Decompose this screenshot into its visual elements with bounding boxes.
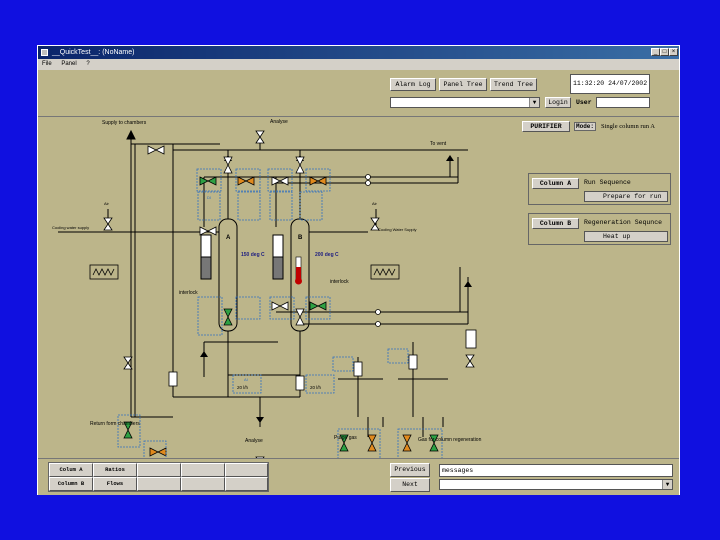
analyse-bottom-label: Analyse — [245, 438, 263, 444]
mode-label: Mode: — [574, 122, 597, 131]
supply-to-chambers-label: Supply to chambers — [102, 120, 147, 126]
analyse-top-label: Analyse — [270, 119, 288, 125]
column-a-sequence-label: Run Sequence — [584, 179, 631, 186]
user-label: User — [576, 99, 592, 106]
table-cell-empty — [181, 477, 225, 491]
column-b-button[interactable]: Column B — [532, 218, 579, 229]
minimize-button[interactable]: _ — [651, 48, 660, 56]
application-window: __QuickTest__: (NoName) _ □ × File Panel… — [37, 45, 680, 495]
close-button[interactable]: × — [669, 48, 678, 56]
clock-display: 11:32:20 24/07/2002 — [570, 74, 650, 94]
app-icon — [41, 49, 48, 56]
cooling-water-left-label: Cooling water supply — [52, 225, 90, 230]
cooling-water-right-label: Cooling Water Supply — [378, 227, 417, 232]
menu-help[interactable]: ? — [86, 61, 89, 67]
column-b-panel: Column B Regeneration Sequnce Heat up — [528, 213, 671, 245]
interlock-right-label: interlock — [330, 279, 349, 285]
next-button[interactable]: Next — [390, 478, 430, 492]
column-a-button[interactable]: Column A — [532, 178, 579, 189]
temp-a-value: 150 deg C — [241, 252, 265, 258]
temp-b-value: 200 deg C — [315, 252, 339, 258]
table-cell-empty — [137, 477, 181, 491]
gas-regen-label: Gas for column regeneration — [418, 437, 482, 443]
menu-bar: File Panel ? — [38, 59, 679, 69]
column-a-letter: A — [226, 235, 231, 241]
ai-indicator: AI — [244, 377, 248, 382]
air-left-label: Air — [104, 201, 109, 206]
user-select[interactable]: ▼ — [390, 97, 540, 108]
table-cell-flows[interactable]: Flows — [93, 477, 137, 491]
maximize-button[interactable]: □ — [660, 48, 669, 56]
messages-select[interactable]: ▼ — [439, 479, 673, 490]
process-panel: Supply to chambers Analyse To vent Air A… — [38, 117, 679, 458]
column-b-sequence-state: Heat up — [584, 231, 668, 242]
messages-field: messages — [439, 464, 673, 477]
trend-tree-button[interactable]: Trend Tree — [490, 78, 537, 91]
summary-table: Colum A Ratios Column B Flows — [48, 462, 269, 492]
menu-file[interactable]: File — [42, 61, 52, 67]
table-row-column-b[interactable]: Column B — [49, 477, 93, 491]
flow-a-value: 20 l/h — [237, 385, 249, 390]
menu-panel[interactable]: Panel — [61, 61, 76, 67]
column-a-sequence-state: Prepare for run — [584, 191, 668, 202]
table-cell-empty — [225, 477, 268, 491]
process-diagram — [58, 129, 477, 458]
to-vent-label: To vent — [430, 141, 447, 147]
air-right-label: Air — [372, 201, 377, 206]
column-b-sequence-label: Regeneration Sequnce — [584, 219, 663, 226]
mode-value: Single column run A — [601, 123, 655, 130]
column-b-letter: B — [298, 235, 303, 241]
previous-button[interactable]: Previous — [390, 463, 430, 477]
purge-gas-label: Purge gas — [334, 435, 357, 441]
login-button[interactable]: Login — [545, 97, 571, 108]
bottom-panel: Colum A Ratios Column B Flows Previous N… — [38, 458, 679, 495]
panel-tree-button[interactable]: Panel Tree — [439, 78, 487, 91]
table-cell-empty — [137, 463, 181, 477]
table-cell-empty — [225, 463, 268, 477]
chevron-down-icon[interactable]: ▼ — [529, 98, 539, 107]
chevron-down-icon[interactable]: ▼ — [662, 480, 672, 489]
flow-b-value: 20 l/h — [310, 385, 322, 390]
user-input[interactable] — [596, 97, 650, 108]
table-row-colum-a[interactable]: Colum A — [49, 463, 93, 477]
di-indicator: DI — [207, 195, 211, 200]
column-a-panel: Column A Run Sequence Prepare for run — [528, 173, 671, 205]
table-cell-ratios[interactable]: Ratios — [93, 463, 137, 477]
table-cell-empty — [181, 463, 225, 477]
alarm-log-button[interactable]: Alarm Log — [390, 78, 436, 91]
toolbar-panel: Alarm Log Panel Tree Trend Tree 11:32:20… — [38, 70, 679, 117]
purifier-button[interactable]: PURIFIER — [522, 121, 570, 132]
window-title: __QuickTest__: (NoName) — [52, 49, 135, 56]
interlock-left-label: interlock — [179, 290, 198, 296]
return-chambers-label: Return form chambers — [90, 421, 140, 427]
title-bar: __QuickTest__: (NoName) _ □ × — [38, 46, 679, 59]
